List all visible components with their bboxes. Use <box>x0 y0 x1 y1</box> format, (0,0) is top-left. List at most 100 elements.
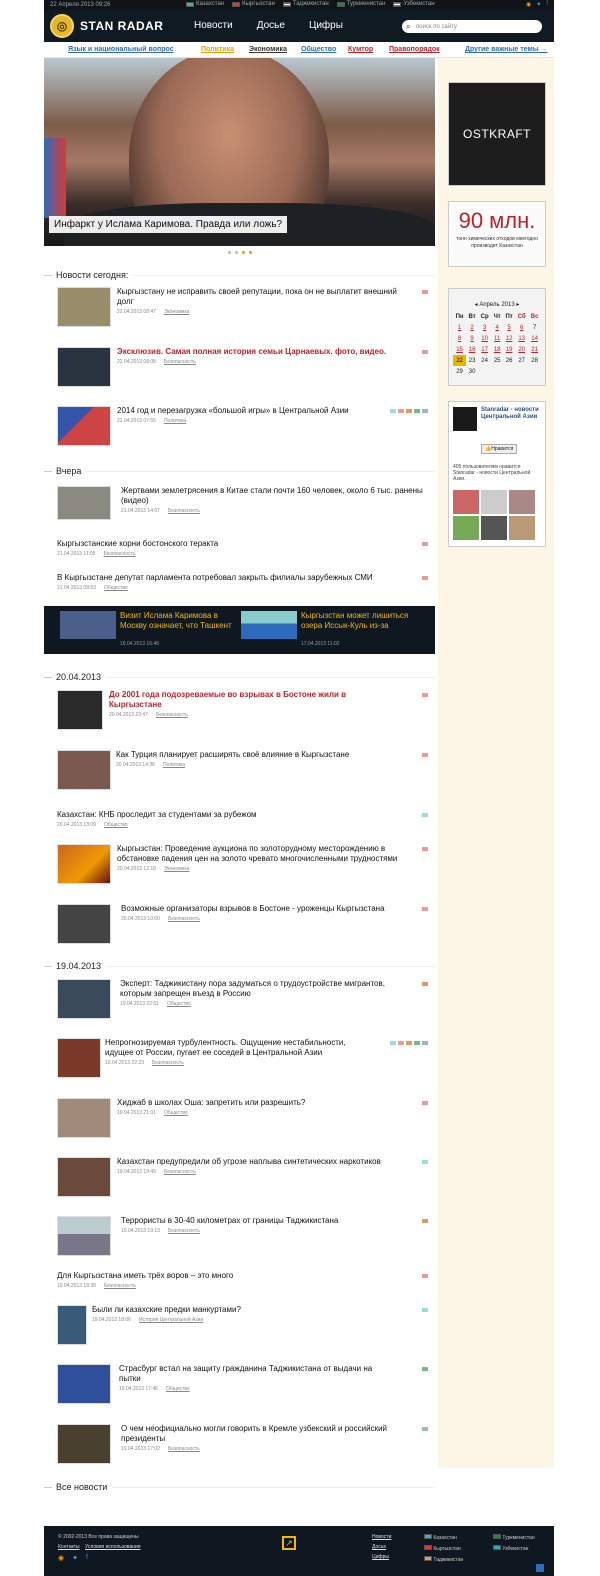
section-all-news[interactable]: Все новости <box>44 1482 435 1492</box>
news-title[interactable]: Жертвами землетрясения в Китае стали поч… <box>121 486 431 506</box>
twitter-icon[interactable]: ✦ <box>72 1554 78 1562</box>
calendar-day[interactable]: 3 <box>478 322 491 333</box>
news-category[interactable]: Экономика <box>164 866 189 872</box>
fan-avatar[interactable] <box>509 516 535 540</box>
news-item[interactable]: Возможные организаторы взрывов в Бостоне… <box>57 904 432 948</box>
news-category[interactable]: Общество <box>167 1001 191 1007</box>
news-category[interactable]: Безопасность <box>164 359 196 365</box>
nav-news[interactable]: Новости <box>194 20 233 31</box>
news-item[interactable]: Страсбург встал на защиту гражданина Тад… <box>57 1364 432 1408</box>
news-category[interactable]: Общество <box>104 822 128 828</box>
news-category[interactable]: Безопасность <box>164 1169 196 1175</box>
footer-link-news[interactable]: Новости <box>372 1534 391 1540</box>
fb-page-name[interactable]: Stanradar - новости Центральной Азии <box>481 407 541 421</box>
news-title[interactable]: До 2001 года подозреваемые во взрывах в … <box>109 690 399 710</box>
subnav-economy[interactable]: Экономика <box>249 46 287 53</box>
subnav-politics[interactable]: Политика <box>201 46 234 53</box>
footer-link-dossier[interactable]: Досье <box>372 1544 386 1550</box>
calendar-day[interactable]: 5 <box>503 322 515 333</box>
calendar-day[interactable]: 4 <box>491 322 503 333</box>
news-title[interactable]: Возможные организаторы взрывов в Бостоне… <box>121 904 411 914</box>
hero-slider[interactable]: Инфаркт у Ислама Каримова. Правда или ло… <box>44 58 435 246</box>
rss-icon[interactable]: ◉ <box>58 1554 64 1562</box>
subnav-society[interactable]: Общество <box>301 46 336 53</box>
calendar-day[interactable]: 2 <box>466 322 478 333</box>
counter-icon[interactable] <box>536 1564 544 1572</box>
fact-card[interactable]: 90 млн. тонн химических отходов ежегодно… <box>448 201 546 267</box>
nav-numbers[interactable]: Цифры <box>309 20 343 31</box>
news-item[interactable]: Жертвами землетрясения в Китае стали поч… <box>57 486 432 522</box>
news-title[interactable]: Для Кыргызстана иметь трёх воров – это м… <box>57 1271 432 1281</box>
news-title[interactable]: Хиджаб в школах Оша: запретить или разре… <box>117 1098 407 1108</box>
news-item[interactable]: Казахстан предупредили об угрозе наплыва… <box>57 1157 432 1201</box>
promo-tile[interactable]: Кыргызстан может лишиться озера Иссык-Ку… <box>239 611 419 649</box>
news-category[interactable]: Общество <box>166 1386 190 1392</box>
news-item[interactable]: Эксклюзив. Самая полная история семьи Ца… <box>57 347 432 391</box>
news-title[interactable]: Казахстан предупредили об угрозе наплыва… <box>117 1157 407 1167</box>
calendar-day[interactable]: 19 <box>503 344 515 355</box>
calendar-day[interactable]: 8 <box>453 333 466 344</box>
news-title[interactable]: 2014 год и перезагрузка «большой игры» в… <box>117 406 377 416</box>
news-item[interactable]: В Кыргызстане депутат парламента потребо… <box>57 573 432 591</box>
news-title[interactable]: Кыргызстан: Проведение аукциона по золот… <box>117 844 407 864</box>
calendar-day-today[interactable]: 22 <box>453 355 467 366</box>
fan-avatar[interactable] <box>481 490 507 514</box>
nav-dossier[interactable]: Досье <box>257 20 285 31</box>
news-item[interactable]: Хиджаб в школах Оша: запретить или разре… <box>57 1098 432 1142</box>
news-title[interactable]: Как Турция планирует расширять своё влия… <box>116 750 416 760</box>
calendar-day[interactable]: 14 <box>528 333 541 344</box>
hero-caption[interactable]: Инфаркт у Ислама Каримова. Правда или ло… <box>49 216 288 233</box>
news-title[interactable]: О чем неофициально могли говорить в Крем… <box>121 1424 411 1444</box>
news-category[interactable]: Экономика <box>164 309 189 315</box>
slider-dot-active[interactable] <box>248 250 252 254</box>
country-link-tm[interactable]: Туркменистан <box>336 1 385 7</box>
news-category[interactable]: Безопасность <box>168 1446 200 1452</box>
news-title[interactable]: Были ли казахские предки манкуртами? <box>92 1305 382 1315</box>
ostkraft-banner[interactable]: OSTKRAFT <box>448 82 546 186</box>
contacts-link[interactable]: Контакты <box>58 1544 80 1550</box>
news-title[interactable]: Непрогнозируемая турбулентность. Ощущени… <box>105 1038 375 1058</box>
news-category[interactable]: Общество <box>164 1110 188 1116</box>
news-category[interactable]: Безопасность <box>168 916 200 922</box>
calendar-day[interactable]: 21 <box>528 344 541 355</box>
stanradar-fb-logo[interactable] <box>453 407 477 431</box>
search-icon[interactable]: ⌕ <box>406 22 410 32</box>
fan-avatar[interactable] <box>453 490 479 514</box>
news-title[interactable]: В Кыргызстане депутат парламента потребо… <box>57 573 432 583</box>
all-news-link[interactable]: Все новости <box>56 1482 107 1492</box>
news-category[interactable]: Безопасность <box>104 551 136 557</box>
footer-link-uz[interactable]: Узбекистан <box>493 1545 535 1552</box>
calendar-day[interactable]: 16 <box>466 344 478 355</box>
news-item[interactable]: 2014 год и перезагрузка «большой игры» в… <box>57 406 432 450</box>
footer-link-tm[interactable]: Туркменистан <box>493 1534 535 1541</box>
calendar-day[interactable]: 9 <box>466 333 478 344</box>
country-link-uz[interactable]: Узбекистан <box>393 1 435 7</box>
calendar-day[interactable]: 13 <box>515 333 528 344</box>
slider-dot-active[interactable] <box>241 250 245 254</box>
news-title[interactable]: Террористы в 30-40 километрах от границы… <box>121 1216 411 1226</box>
subnav-law[interactable]: Правопорядок <box>389 46 440 53</box>
news-category[interactable]: История Центральной Азии <box>139 1317 203 1323</box>
calendar-day[interactable]: 18 <box>491 344 503 355</box>
news-item[interactable]: Казахстан: КНБ проследит за студентами з… <box>57 810 432 828</box>
calendar-day[interactable]: 12 <box>503 333 515 344</box>
country-link-kg[interactable]: Кыргызстан <box>232 1 275 7</box>
news-title[interactable]: Кыргызстанские корни бостонского теракта <box>57 539 432 549</box>
fb-like-button[interactable]: 👍Нравится <box>481 444 518 454</box>
news-item[interactable]: Эксперт: Таджикистану пора задуматься о … <box>57 979 432 1023</box>
slider-dot[interactable] <box>234 250 238 254</box>
news-category[interactable]: Безопасность <box>168 1228 200 1234</box>
terms-link[interactable]: Условия использования <box>85 1544 141 1550</box>
rss-icon[interactable]: ◉ <box>526 1 531 8</box>
calendar-day[interactable]: 1 <box>453 322 466 333</box>
subnav-kumtor[interactable]: Кумтор <box>348 46 373 53</box>
news-item[interactable]: Террористы в 30-40 километрах от границы… <box>57 1216 432 1260</box>
next-month-icon[interactable]: ▸ <box>515 302 519 308</box>
promo-title[interactable]: Кыргызстан может лишиться озера Иссык-Ку… <box>301 611 419 631</box>
news-title[interactable]: Казахстан: КНБ проследит за студентами з… <box>57 810 432 820</box>
logo[interactable]: ◎ STAN RADAR <box>50 14 163 38</box>
calendar-day[interactable]: 10 <box>478 333 491 344</box>
news-category[interactable]: Политика <box>163 762 185 768</box>
calendar-day[interactable]: 15 <box>453 344 466 355</box>
news-category[interactable]: Безопасность <box>152 1060 184 1066</box>
